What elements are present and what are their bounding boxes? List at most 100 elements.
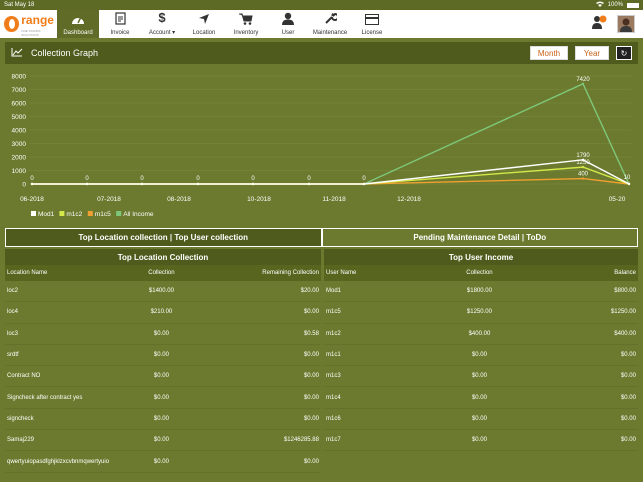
- data-point: [85, 182, 89, 186]
- profile-avatar[interactable]: [617, 15, 635, 33]
- tab-top-collection[interactable]: Top Location collection | Top User colle…: [5, 228, 322, 247]
- legend-label: m1c5: [95, 211, 111, 218]
- table-cell: $0.00: [153, 458, 169, 465]
- table-cell: loc4: [7, 309, 19, 316]
- x-tick-label: 10-2018: [247, 196, 271, 203]
- table-cell: $0.00: [153, 330, 169, 337]
- table-row: m1c2 $400.00 $400.00: [324, 324, 638, 345]
- nav-license-card[interactable]: License: [351, 10, 393, 38]
- line-chart-icon: [11, 44, 23, 62]
- status-right: 100%: [595, 1, 639, 9]
- table-cell: srdtf: [7, 352, 19, 359]
- table-cell: $0.00: [153, 352, 169, 359]
- tab-pending-maintenance[interactable]: Pending Maintenance Detail | ToDo: [321, 228, 638, 247]
- legend-label: m1c2: [66, 211, 82, 218]
- table-cell: $0.00: [303, 309, 319, 316]
- col-balance: Balance: [614, 270, 636, 276]
- data-label: 400: [578, 172, 589, 178]
- table-cell: loc3: [7, 330, 19, 337]
- nav-wrench[interactable]: Maintenance: [309, 10, 351, 38]
- battery-icon: [627, 2, 639, 8]
- table-cell: $1250.00: [610, 309, 636, 316]
- nav-user[interactable]: User: [267, 10, 309, 38]
- table-row: Signcheck after contract yes $0.00 $0.00: [5, 387, 321, 409]
- nav-invoice[interactable]: Invoice: [99, 10, 141, 38]
- table-cell: $0.00: [620, 373, 636, 380]
- nav-dollar[interactable]: $ Account ▾: [141, 10, 183, 38]
- table-cell: qwertyuiopasdfghjklzxcvbnmqwertyuio: [7, 458, 110, 465]
- data-point: [581, 165, 585, 169]
- nav-label: Location: [192, 30, 216, 36]
- table-cell: $0.00: [471, 352, 487, 359]
- nav-cart[interactable]: Inventory: [225, 10, 267, 38]
- month-button[interactable]: Month: [530, 46, 568, 60]
- chart-header: Collection Graph Month Year ↻: [5, 42, 638, 64]
- refresh-button[interactable]: ↻: [616, 46, 632, 60]
- table-cell: signcheck: [7, 415, 34, 422]
- year-button[interactable]: Year: [575, 46, 609, 60]
- cart-icon: [239, 13, 253, 30]
- table-cell: $0.00: [471, 394, 487, 401]
- table-row: Contract NO $0.00 $0.00: [5, 366, 321, 388]
- table-cell: $0.00: [620, 394, 636, 401]
- data-label: 0: [85, 176, 89, 182]
- nav-label: Inventory: [233, 30, 259, 36]
- table-cell: m1c3: [326, 373, 341, 380]
- chart-title: Collection Graph: [31, 48, 99, 58]
- x-tick-label: 08-2018: [167, 196, 191, 203]
- table-row: m1c1 $0.00 $0.00: [324, 345, 638, 367]
- location-panel-title: Top Location Collection: [5, 249, 321, 265]
- app-logo[interactable]: range ONE STANDS SOLUTIONS: [0, 10, 57, 38]
- table-cell: $0.00: [153, 437, 169, 444]
- table-cell: $0.00: [620, 352, 636, 359]
- dollar-icon: $: [157, 10, 167, 29]
- location-table-header: Location Name Collection Remaining Colle…: [5, 265, 321, 281]
- data-point: [362, 182, 366, 186]
- data-point: [196, 182, 200, 186]
- table-cell: $0.00: [303, 458, 319, 465]
- y-tick-label: 1000: [12, 168, 27, 175]
- table-cell: $0.00: [620, 437, 636, 444]
- series-line-m1c5: [32, 177, 630, 185]
- x-tick-label: 11-2018: [322, 196, 346, 203]
- notification-user-icon[interactable]: [591, 14, 607, 35]
- data-label: 1790: [576, 153, 590, 159]
- collection-chart: 0 1000 2000 3000 4000 5000 6000 7000 8000 06-2018…: [5, 66, 638, 223]
- y-tick-label: 7000: [12, 87, 27, 94]
- legend-label: All Income: [123, 211, 154, 218]
- table-cell: $0.00: [303, 415, 319, 422]
- top-navbar: range ONE STANDS SOLUTIONS Dashboard Invo…: [0, 10, 643, 38]
- table-row: signcheck $0.00 $0.00: [5, 409, 321, 431]
- user-income-panel: Top User Income User Name Collection Bal…: [324, 249, 638, 482]
- y-tick-label: 4000: [12, 128, 27, 135]
- battery-percent: 100%: [607, 2, 623, 8]
- table-cell: $400.00: [614, 330, 636, 337]
- y-tick-label: 3000: [12, 141, 27, 148]
- data-label: 0: [140, 176, 144, 182]
- table-cell: $210.00: [150, 309, 173, 316]
- col-user-name: User Name: [326, 270, 357, 276]
- legend-label: Mod1: [38, 211, 55, 218]
- section-tabs: Top Location collection | Top User colle…: [5, 228, 638, 247]
- table-row: m1c3 $0.00 $0.00: [324, 366, 638, 388]
- nav-label: License: [361, 30, 383, 36]
- y-tick-label: 8000: [12, 74, 27, 81]
- wifi-icon: [595, 1, 604, 9]
- legend-swatch: [116, 211, 122, 216]
- table-cell: m1c7: [326, 437, 341, 444]
- x-tick-label: 06-2018: [20, 196, 44, 203]
- nav-location-arrow[interactable]: Location: [183, 10, 225, 38]
- wrench-icon: [324, 12, 339, 30]
- data-point: [581, 177, 585, 180]
- table-cell: m1c2: [326, 330, 341, 337]
- nav-label: Invoice: [110, 30, 130, 36]
- x-tick-label: 12-2018: [397, 196, 421, 203]
- table-cell: $0.00: [471, 415, 487, 422]
- table-cell: m1c5: [326, 309, 341, 316]
- table-row: Samaj229 $0.00 $1246285.88: [5, 430, 321, 452]
- nav-label: User: [281, 30, 295, 36]
- nav-dashboard[interactable]: Dashboard: [57, 10, 99, 38]
- logo-tagline: ONE STANDS SOLUTIONS: [21, 29, 41, 37]
- orange-logo-icon: [4, 16, 20, 32]
- data-point: [251, 182, 255, 186]
